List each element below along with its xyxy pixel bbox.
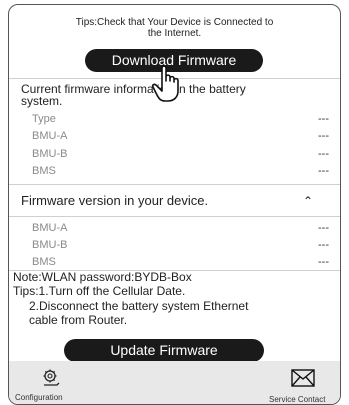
row-value: --- bbox=[318, 130, 329, 142]
tab-configuration-label: Configuration bbox=[15, 393, 63, 402]
tip-cellular: Tips:1.Turn off the Cellular Date. bbox=[13, 284, 186, 298]
device-row-bms: BMS --- bbox=[21, 254, 335, 270]
divider bbox=[9, 216, 340, 217]
gear-hand-icon bbox=[43, 369, 60, 386]
internet-tip-line1: Tips:Check that Your Device is Connected… bbox=[75, 17, 274, 28]
row-value: --- bbox=[318, 148, 329, 160]
battery-row-bmu-b: BMU-B --- bbox=[21, 146, 335, 162]
wlan-note: Note:WLAN password:BYDB-Box bbox=[13, 270, 192, 284]
row-value: --- bbox=[318, 165, 329, 177]
row-label: Type bbox=[32, 113, 56, 125]
internet-tip-line2: the Internet. bbox=[147, 28, 202, 39]
battery-firmware-title-line2: system. bbox=[21, 94, 63, 108]
tab-service-contact[interactable]: Service Contact bbox=[264, 361, 340, 404]
device-firmware-header[interactable]: Firmware version in your device. ⌃ bbox=[21, 191, 335, 211]
tab-configuration[interactable]: Configuration bbox=[9, 361, 99, 404]
update-firmware-button[interactable]: Update Firmware bbox=[64, 339, 264, 362]
row-value: --- bbox=[318, 256, 329, 268]
row-value: --- bbox=[318, 239, 329, 251]
chevron-up-icon[interactable]: ⌃ bbox=[303, 191, 313, 211]
row-value: --- bbox=[318, 222, 329, 234]
row-label: BMU-A bbox=[32, 130, 68, 142]
device-row-bmu-a: BMU-A --- bbox=[21, 220, 335, 236]
tip-ethernet-line1: 2.Disconnect the battery system Ethernet bbox=[29, 299, 249, 313]
row-label: BMU-A bbox=[32, 222, 68, 234]
divider bbox=[9, 184, 340, 185]
bottom-tab-bar: Configuration Service Contact bbox=[9, 361, 340, 404]
hand-cursor-icon bbox=[151, 65, 179, 102]
battery-row-type: Type --- bbox=[21, 111, 335, 127]
battery-row-bms: BMS --- bbox=[21, 163, 335, 179]
row-label: BMU-B bbox=[32, 239, 68, 251]
row-label: BMS bbox=[32, 165, 56, 177]
row-label: BMU-B bbox=[32, 148, 68, 160]
battery-firmware-title: Current firmware information in the batt… bbox=[21, 83, 246, 107]
tab-service-contact-label: Service Contact bbox=[269, 395, 326, 404]
device-row-bmu-b: BMU-B --- bbox=[21, 237, 335, 253]
row-value: --- bbox=[318, 113, 329, 125]
envelope-icon bbox=[291, 369, 315, 387]
tip-ethernet-line2: cable from Router. bbox=[29, 313, 128, 327]
internet-tip: Tips:Check that Your Device is Connected… bbox=[9, 17, 340, 39]
row-label: BMS bbox=[32, 256, 56, 268]
device-firmware-title: Firmware version in your device. bbox=[21, 193, 209, 208]
battery-row-bmu-a: BMU-A --- bbox=[21, 128, 335, 144]
